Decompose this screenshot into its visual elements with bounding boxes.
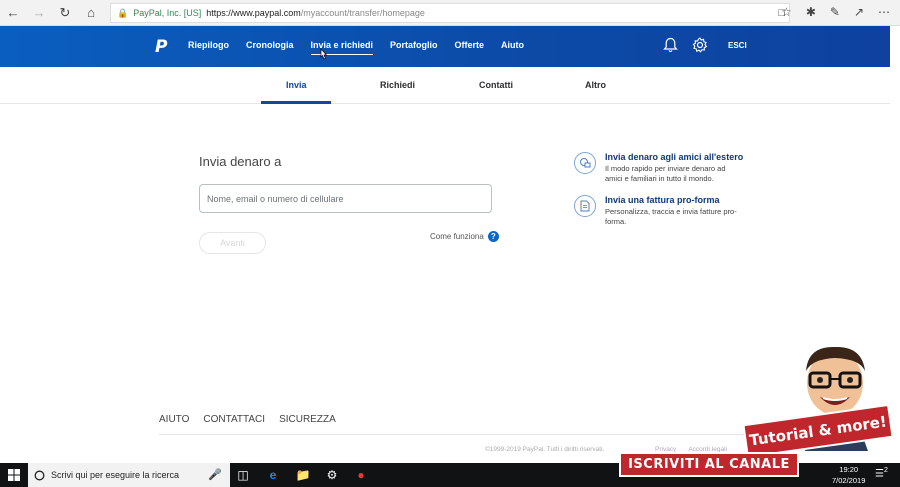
forward-icon[interactable]: → — [26, 0, 52, 26]
clock-time: 19:20 — [839, 465, 859, 474]
footer-link-aiuto[interactable]: AIUTO — [159, 414, 189, 425]
taskbar-search-placeholder: Scrivi qui per eseguire la ricerca — [51, 470, 180, 480]
taskbar-search[interactable]: Scrivi qui per eseguire la ricerca 🎤 — [28, 463, 230, 487]
footer-link-sicurezza[interactable]: SICUREZZA — [279, 414, 336, 425]
paypal-logo[interactable]: P — [155, 37, 171, 57]
refresh-icon[interactable]: ↻ — [52, 0, 78, 26]
promo-description: Personalizza, traccia e invia fatture pr… — [605, 207, 737, 226]
recorder-app-icon[interactable]: ● — [352, 466, 370, 484]
nav-riepilogo[interactable]: Riepilogo — [188, 40, 229, 55]
tab-contatti[interactable]: Contatti — [479, 80, 513, 90]
recipient-input[interactable] — [199, 184, 492, 213]
footer-links: AIUTO CONTATTACI SICUREZZA — [159, 414, 336, 425]
how-it-works-label: Come funziona — [430, 232, 484, 241]
more-icon[interactable]: ⋯ — [878, 5, 890, 19]
help-question-icon: ? — [487, 231, 499, 242]
site-identity: PayPal, Inc. [US] — [133, 8, 202, 18]
nav-portafoglio[interactable]: Portafoglio — [390, 40, 438, 55]
how-it-works-link[interactable]: Come funziona ? — [430, 231, 499, 242]
tab-invia[interactable]: Invia — [286, 80, 307, 90]
edge-browser-icon[interactable]: e — [264, 466, 282, 484]
file-explorer-icon[interactable]: 📁 — [294, 466, 312, 484]
bell-icon[interactable] — [663, 37, 678, 53]
clock-date: 7/02/2019 — [832, 476, 866, 485]
search-icon — [34, 470, 45, 480]
back-icon[interactable]: ← — [0, 0, 26, 26]
copyright-text: ©1999-2019 PayPal. Tutti i diritti riser… — [485, 446, 605, 453]
promo-invoice[interactable]: Invia una fattura pro-forma Personalizza… — [574, 195, 774, 235]
browser-toolbar: ← → ↻ ⌂ 🔒 PayPal, Inc. [US] https://www.… — [0, 0, 900, 26]
hub-icon[interactable]: ✱ — [806, 5, 816, 19]
footer-link-contattaci[interactable]: CONTATTACI — [203, 414, 265, 425]
address-bar[interactable]: 🔒 PayPal, Inc. [US] https://www.paypal.c… — [110, 3, 790, 23]
favorite-star-icon[interactable]: ☆ — [781, 5, 792, 19]
settings-icon[interactable]: ⚙ — [323, 466, 341, 484]
lock-icon: 🔒 — [117, 7, 129, 18]
nav-offerte[interactable]: Offerte — [455, 40, 485, 55]
invoice-icon — [574, 195, 596, 217]
microphone-icon[interactable]: 🎤 — [208, 468, 222, 481]
tab-altro[interactable]: Altro — [585, 80, 606, 90]
windows-start-icon[interactable] — [0, 463, 28, 487]
notification-count: 2 — [883, 467, 888, 474]
paypal-header: P Riepilogo Cronologia Invia e richiedi … — [0, 26, 890, 67]
url-domain: https://www.paypal.com — [206, 8, 301, 18]
promo-title: Invia una fattura pro-forma — [605, 195, 720, 205]
send-money-title: Invia denaro a — [199, 154, 282, 169]
mouse-pointer-icon — [320, 48, 328, 60]
sub-nav: Invia Richiedi Contatti Altro — [0, 67, 890, 104]
promo-title: Invia denaro agli amici all'estero — [605, 152, 744, 162]
system-clock[interactable]: 19:20 7/02/2019 — [832, 464, 865, 486]
share-icon[interactable]: ↗ — [854, 5, 864, 19]
nav-cronologia[interactable]: Cronologia — [246, 40, 294, 55]
promo-description: Il modo rapido per inviare denaro ad ami… — [605, 164, 726, 183]
tab-richiedi[interactable]: Richiedi — [380, 80, 415, 90]
promo-international[interactable]: Invia denaro agli amici all'estero Il mo… — [574, 152, 774, 192]
nav-aiuto[interactable]: Aiuto — [501, 40, 524, 55]
task-view-icon[interactable]: ◫ — [234, 466, 252, 484]
globe-money-icon — [574, 152, 596, 174]
logout-link[interactable]: ESCI — [728, 41, 747, 50]
next-button[interactable]: Avanti — [199, 232, 266, 254]
url-path: /myaccount/transfer/homepage — [300, 8, 425, 18]
home-icon[interactable]: ⌂ — [78, 0, 104, 26]
main-nav: Riepilogo Cronologia Invia e richiedi Po… — [188, 40, 524, 55]
active-tab-indicator — [261, 101, 331, 104]
settings-gear-icon[interactable] — [692, 37, 708, 53]
subscribe-banner: ISCRIVITI AL CANALE — [619, 452, 799, 477]
notification-center-icon[interactable]: ☰2 — [875, 467, 888, 479]
notes-icon[interactable]: ✎ — [830, 5, 840, 19]
